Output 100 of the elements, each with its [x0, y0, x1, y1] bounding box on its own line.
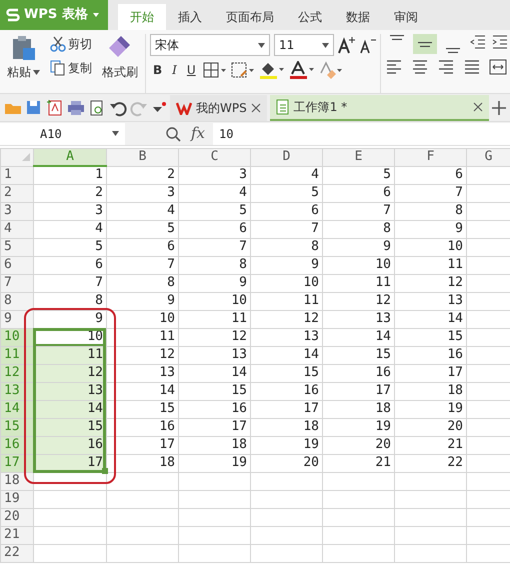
align-left-icon[interactable] [385, 58, 403, 76]
table-cell: 16 [178, 400, 250, 418]
table-cell: 16 [250, 382, 322, 400]
cut-button[interactable]: 剪切 [47, 34, 95, 54]
document-tab[interactable]: 工作簿1 * [270, 94, 489, 120]
row-header[interactable]: 22 [0, 544, 34, 562]
bold-button[interactable]: B [150, 60, 166, 80]
table-cell: 6 [178, 220, 250, 238]
print-icon[interactable] [67, 98, 85, 116]
align-middle-icon [418, 42, 432, 46]
copy-icon [50, 60, 66, 76]
table-cell: 8 [322, 220, 394, 238]
italic-button[interactable]: I [169, 60, 180, 80]
table-cell: 12 [106, 346, 178, 364]
column-header[interactable]: B [106, 148, 178, 166]
fx-label[interactable]: fx [191, 122, 206, 145]
formula-input[interactable]: 10 [213, 122, 510, 144]
font-name-select[interactable]: 宋体 [150, 34, 270, 56]
font-size-select[interactable]: 11 [274, 34, 334, 56]
table-cell: 5 [322, 166, 394, 184]
table-cell: 10 [322, 256, 394, 274]
name-box[interactable]: A10 [0, 122, 125, 144]
table-cell: 2 [106, 166, 178, 184]
column-header[interactable]: D [250, 148, 322, 166]
ribbon-tab[interactable]: 插入 [166, 4, 214, 30]
table-cell: 14 [106, 382, 178, 400]
table-cell: 16 [322, 364, 394, 382]
font-color-icon[interactable] [288, 61, 315, 79]
zoom-icon[interactable] [165, 126, 181, 142]
table-cell: 21 [394, 436, 466, 454]
align-right-icon[interactable] [437, 58, 455, 76]
align-middle-button[interactable] [413, 34, 437, 54]
table-cell: 15 [106, 400, 178, 418]
row-header[interactable]: 8 [0, 292, 34, 310]
table-cell: 15 [322, 346, 394, 364]
fill-color-icon[interactable] [258, 61, 285, 79]
cell-style-icon[interactable] [230, 62, 255, 78]
table-cell: 20 [322, 436, 394, 454]
table-cell: 7 [178, 238, 250, 256]
table-cell: 15 [394, 328, 466, 346]
ribbon-tab[interactable]: 开始 [118, 4, 166, 30]
table-cell: 3 [178, 166, 250, 184]
ribbon-tab[interactable]: 公式 [286, 4, 334, 30]
row-header[interactable]: 18 [0, 472, 34, 490]
row-header[interactable]: 5 [0, 238, 34, 256]
merge-cells-icon[interactable] [489, 58, 507, 76]
align-bottom-icon [446, 48, 460, 53]
table-cell: 6 [394, 166, 466, 184]
table-cell: 17 [106, 436, 178, 454]
table-cell: 7 [322, 202, 394, 220]
table-cell: 4 [106, 202, 178, 220]
row-header[interactable]: 3 [0, 202, 34, 220]
table-cell: 7 [394, 184, 466, 202]
logo-icon [6, 7, 20, 23]
grow-font-icon[interactable] [338, 36, 356, 54]
ribbon-tab[interactable]: 审阅 [382, 4, 430, 30]
row-header[interactable]: 20 [0, 508, 34, 526]
close-icon[interactable] [473, 102, 483, 112]
caret-icon [92, 12, 100, 18]
add-tab-icon[interactable] [492, 100, 506, 114]
increase-indent-icon[interactable] [491, 34, 509, 50]
row-header[interactable]: 1 [0, 166, 34, 184]
row-header[interactable]: 21 [0, 526, 34, 544]
table-cell: 7 [34, 274, 106, 292]
fill-handle[interactable] [102, 468, 108, 474]
underline-button[interactable]: U [184, 60, 199, 80]
column-header[interactable]: G [466, 148, 510, 166]
table-cell: 4 [34, 220, 106, 238]
borders-icon[interactable] [202, 62, 227, 78]
row-header[interactable]: 7 [0, 274, 34, 292]
row-header[interactable]: 19 [0, 490, 34, 508]
decrease-indent-icon[interactable] [469, 34, 487, 50]
row-header[interactable]: 4 [0, 220, 34, 238]
align-center-icon[interactable] [411, 58, 429, 76]
close-icon[interactable] [250, 102, 261, 112]
table-cell: 13 [106, 364, 178, 382]
table-cell: 13 [250, 328, 322, 346]
table-cell: 18 [178, 436, 250, 454]
row-header[interactable]: 6 [0, 256, 34, 274]
pdf-icon[interactable] [46, 98, 64, 116]
ribbon-tab[interactable]: 数据 [334, 4, 382, 30]
column-header[interactable]: A [34, 148, 106, 166]
column-header[interactable]: E [322, 148, 394, 166]
format-painter-button[interactable]: 格式刷 [99, 62, 141, 82]
column-header[interactable]: F [394, 148, 466, 166]
save-icon[interactable] [25, 98, 43, 116]
align-top-icon [390, 35, 404, 40]
document-tab[interactable]: 我的WPS [170, 94, 267, 120]
table-cell: 6 [322, 184, 394, 202]
table-cell: 16 [106, 418, 178, 436]
table-cell: 18 [394, 382, 466, 400]
row-header[interactable]: 2 [0, 184, 34, 202]
table-cell: 1 [34, 166, 106, 184]
column-header[interactable]: C [178, 148, 250, 166]
copy-button[interactable]: 复制 [47, 58, 95, 78]
table-cell: 10 [250, 274, 322, 292]
ribbon-tab[interactable]: 页面布局 [214, 4, 286, 30]
table-cell: 4 [250, 166, 322, 184]
paste-button[interactable]: 粘贴 [4, 62, 43, 82]
justify-icon[interactable] [463, 58, 481, 76]
